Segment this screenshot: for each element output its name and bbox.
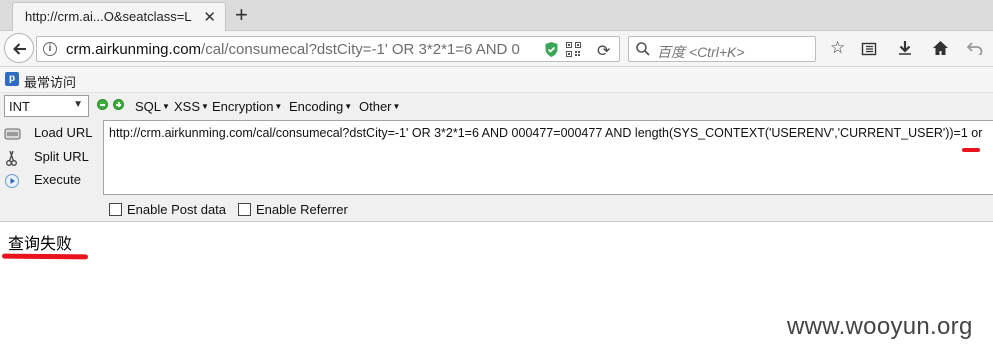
annotation-underline-value <box>962 148 980 152</box>
menu-encryption-label: Encryption <box>212 99 274 114</box>
menu-other[interactable]: Other▼ <box>359 99 400 114</box>
enable-post-checkbox[interactable] <box>109 203 122 216</box>
query-result-text: 查询失败 <box>8 236 73 253</box>
enable-post-label: Enable Post data <box>127 202 227 217</box>
split-url-label: Split URL <box>34 149 89 164</box>
watermark-text: www.wooyun.org <box>787 313 973 340</box>
tab-title: http://crm.ai...O&seatclass=L <box>25 9 192 24</box>
menu-sql[interactable]: SQL▼ <box>135 99 170 114</box>
url-text[interactable]: crm.airkunming.com/cal/consumecal?dstCit… <box>66 41 544 58</box>
menu-xss[interactable]: XSS▼ <box>174 99 209 114</box>
most-visited-bookmark[interactable]: 最常访问 <box>24 72 76 91</box>
reload-icon[interactable]: ⟳ <box>597 41 610 61</box>
url-textarea[interactable]: http://crm.airkunming.com/cal/consumecal… <box>103 120 993 195</box>
download-icon[interactable] <box>897 40 913 56</box>
search-placeholder: 百度 <Ctrl+K> <box>657 44 745 60</box>
back-button[interactable] <box>4 33 34 63</box>
url-domain: crm.airkunming.com <box>66 41 202 58</box>
hackbar-panel: INT ▼ SQL▼ XSS▼ Encryption▼ Encoding▼ Ot… <box>0 93 993 222</box>
load-url-label: Load URL <box>34 125 93 140</box>
back-arrow-icon <box>13 43 26 55</box>
bookmarks-toolbar: p 最常访问 <box>0 67 993 93</box>
bookmark-star-icon[interactable]: ☆ <box>830 39 845 57</box>
execute-label: Execute <box>34 172 81 187</box>
close-tab-icon[interactable]: ✕ <box>203 8 216 26</box>
increase-icon[interactable] <box>113 99 124 110</box>
navigation-bar: i crm.airkunming.com/cal/consumecal?dstC… <box>0 31 993 67</box>
menu-encryption[interactable]: Encryption▼ <box>212 99 282 114</box>
type-select-value: INT <box>9 99 30 114</box>
search-icon <box>636 42 650 56</box>
site-info-icon[interactable]: i <box>43 42 57 56</box>
split-url-button[interactable]: Split URL <box>4 148 100 168</box>
undo-icon[interactable] <box>967 41 983 55</box>
menu-sql-label: SQL <box>135 99 162 114</box>
search-bar[interactable]: 百度 <Ctrl+K> <box>628 36 816 62</box>
menu-encoding-label: Encoding <box>289 99 344 114</box>
play-icon <box>5 174 19 188</box>
load-url-button[interactable]: Load URL <box>4 124 100 144</box>
menu-encoding[interactable]: Encoding▼ <box>289 99 352 114</box>
scissors-icon <box>6 150 17 166</box>
url-path: /cal/consumecal?dstCity=-1' OR 3*2*1=6 A… <box>201 41 520 58</box>
new-tab-button[interactable]: + <box>235 3 248 27</box>
menu-xss-label: XSS <box>174 99 201 114</box>
url-bar[interactable]: i crm.airkunming.com/cal/consumecal?dstC… <box>36 36 620 62</box>
load-url-icon <box>4 128 21 140</box>
shield-icon[interactable] <box>544 41 559 58</box>
most-visited-icon: p <box>5 72 19 86</box>
tab-strip: http://crm.ai...O&seatclass=L ✕ + <box>0 0 993 31</box>
decrease-icon[interactable] <box>97 99 108 110</box>
url-textarea-value: http://crm.airkunming.com/cal/consumecal… <box>109 126 983 140</box>
annotation-underline-result <box>1 253 89 260</box>
enable-referrer-label: Enable Referrer <box>256 202 348 217</box>
menu-other-label: Other <box>359 99 392 114</box>
home-icon[interactable] <box>932 40 949 56</box>
execute-button[interactable]: Execute <box>4 171 100 191</box>
browser-tab[interactable]: http://crm.ai...O&seatclass=L ✕ <box>12 2 226 31</box>
chevron-down-icon: ▼ <box>73 99 83 110</box>
type-select[interactable]: INT ▼ <box>4 95 89 117</box>
reading-list-icon[interactable] <box>861 41 877 57</box>
qr-code-icon[interactable] <box>566 42 581 57</box>
enable-referrer-checkbox[interactable] <box>238 203 251 216</box>
